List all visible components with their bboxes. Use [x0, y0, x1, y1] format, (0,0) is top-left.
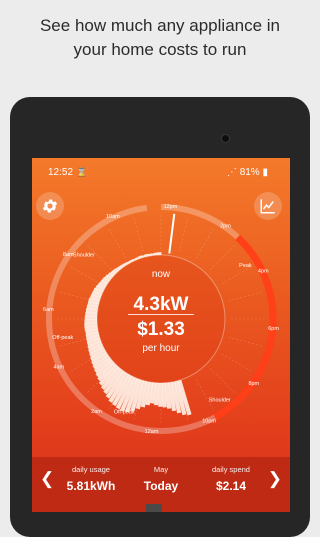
period-label: Shoulder: [73, 253, 95, 259]
promo-headline-line-2: your home costs to run: [0, 38, 320, 62]
daily-usage: daily usage 5.81kWh: [56, 465, 126, 493]
usage-bar: [156, 383, 157, 405]
dial-guide-line: [134, 219, 143, 252]
dial-guide-line: [222, 354, 251, 371]
hour-label: 6pm: [268, 326, 279, 332]
hour-label: 8pm: [248, 381, 259, 387]
dial-guide-line: [109, 229, 126, 258]
day-value: Today: [128, 479, 194, 493]
hour-label: 2am: [91, 409, 102, 415]
period-label: Shoulder: [209, 397, 231, 403]
daily-spend-value: $2.14: [196, 479, 266, 493]
dial-guide-line: [196, 380, 213, 409]
dial-guide-line: [71, 267, 100, 284]
hour-label: 4am: [53, 365, 64, 371]
usage-bar: [87, 307, 98, 309]
usage-bar: [164, 383, 165, 407]
period-label: Peak: [239, 263, 252, 269]
hour-label: 10pm: [202, 419, 216, 425]
daily-usage-label: daily usage: [56, 465, 126, 474]
camera-icon: [221, 134, 230, 143]
hour-label: 12pm: [164, 204, 178, 210]
hour-label: 6am: [43, 307, 54, 313]
dial-guide-line: [196, 229, 213, 258]
chevron-right-icon[interactable]: ❯: [268, 469, 282, 489]
usage-bar: [86, 310, 97, 311]
line-chart-icon: [259, 197, 277, 215]
daily-spend-label: daily spend: [196, 465, 266, 474]
daily-spend: daily spend $2.14: [196, 465, 266, 493]
hour-label: 12am: [145, 429, 159, 435]
dial-guide-line: [229, 337, 262, 346]
current-power: 4.3kW: [111, 294, 211, 316]
current-time-needle: [169, 214, 174, 254]
dial-guide-line: [222, 267, 251, 284]
trend-button[interactable]: [254, 192, 282, 220]
current-cost: $1.33: [111, 319, 211, 341]
cost-unit: per hour: [111, 343, 211, 354]
gear-icon: [41, 197, 59, 215]
app-screen: 12:52 ⌛ ⋰ 81% ▮ 10am12pm2pm4pm6pm8pm10pm…: [32, 158, 290, 512]
usage-bar: [85, 314, 97, 315]
dial-guide-line: [210, 245, 234, 269]
daily-usage-value: 5.81kWh: [56, 479, 126, 493]
promo-headline: See how much any appliance in your home …: [0, 14, 320, 62]
date-selector[interactable]: May Today: [128, 465, 194, 493]
hour-label: 4pm: [258, 268, 269, 274]
dial-guide-line: [179, 219, 188, 252]
usage-bar: [84, 324, 97, 325]
center-divider: [128, 314, 194, 315]
period-label: Off-peak: [114, 409, 135, 415]
period-label: Off-peak: [52, 335, 73, 341]
usage-bar: [152, 383, 154, 404]
dial-guide-line: [229, 292, 262, 301]
promo-headline-line-1: See how much any appliance in: [0, 14, 320, 38]
now-label: now: [111, 269, 211, 280]
month-label: May: [128, 465, 194, 474]
dial-guide-line: [210, 368, 234, 392]
hour-label: 10am: [106, 214, 120, 220]
dial-guide-line: [61, 292, 94, 301]
chevron-left-icon[interactable]: ❮: [40, 469, 54, 489]
hour-label: 2pm: [220, 224, 231, 230]
settings-button[interactable]: [36, 192, 64, 220]
dock-icon: [146, 504, 162, 512]
